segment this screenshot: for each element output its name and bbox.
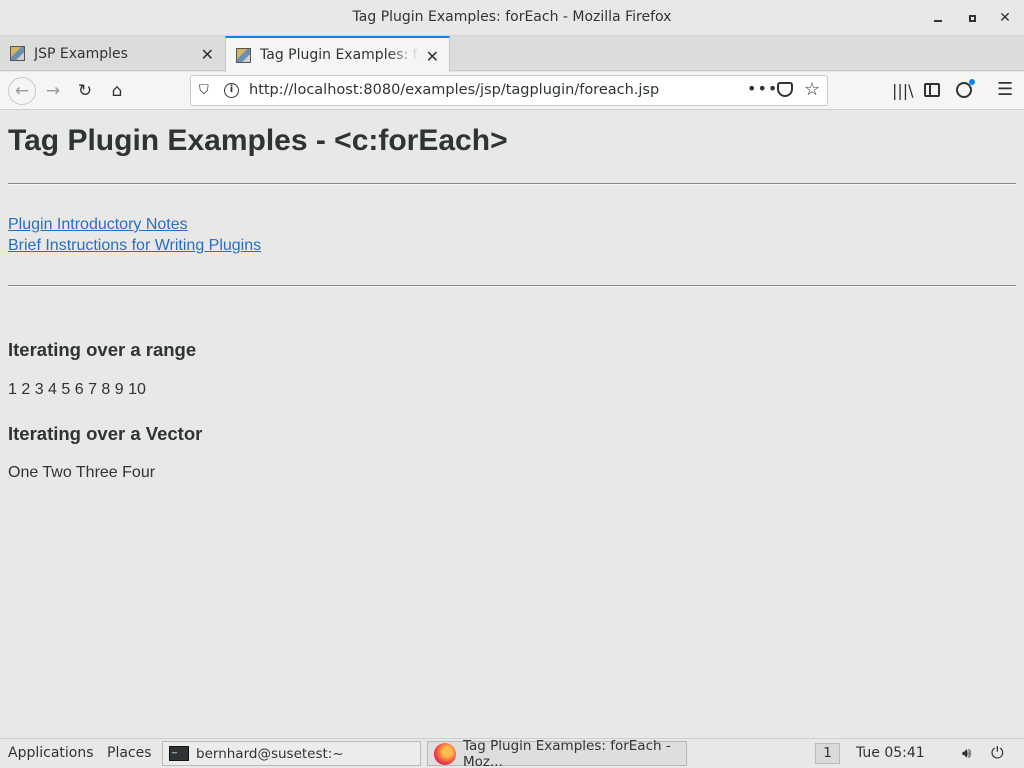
bookmark-star-icon[interactable]: ☆ <box>804 79 820 100</box>
plugin-introductory-notes-link[interactable]: Plugin Introductory Notes <box>8 216 188 234</box>
tab-label: Tag Plugin Examples: forEach <box>260 47 420 63</box>
home-icon: ⌂ <box>111 81 123 101</box>
page-actions-more-icon[interactable]: ••• <box>747 79 778 98</box>
writing-plugins-instructions-link[interactable]: Brief Instructions for Writing Plugins <box>8 237 261 255</box>
desktop-taskbar: Applications Places bernhard@susetest:~ … <box>0 738 1024 768</box>
forward-button[interactable]: → <box>42 80 64 102</box>
terminal-icon <box>169 743 189 761</box>
clock[interactable]: Tue 05:41 <box>856 745 925 761</box>
tomcat-favicon-icon <box>236 47 251 63</box>
taskbar-window-label: Tag Plugin Examples: forEach - Moz... <box>463 737 671 768</box>
places-menu[interactable]: Places <box>107 745 152 761</box>
minimize-button[interactable] <box>927 8 949 28</box>
library-icon[interactable]: |||\ <box>892 81 914 100</box>
tomcat-favicon-icon <box>10 46 25 61</box>
hamburger-menu-icon[interactable]: ☰ <box>997 79 1013 100</box>
url-text[interactable]: http://localhost:8080/examples/jsp/tagpl… <box>249 82 659 98</box>
notification-dot <box>969 79 975 85</box>
power-icon[interactable]: ⏻ <box>991 743 1004 763</box>
sidebar-toggle-icon[interactable] <box>924 83 940 97</box>
section-heading-vector: Iterating over a Vector <box>8 423 203 444</box>
volume-icon[interactable]: 🔊︎ <box>962 744 971 762</box>
back-button[interactable]: ← <box>8 77 36 105</box>
tab-tag-plugin-examples[interactable]: Tag Plugin Examples: forEach ✕ <box>225 36 450 72</box>
firefox-icon <box>434 742 456 765</box>
applications-menu[interactable]: Applications <box>8 745 94 761</box>
divider <box>8 285 1016 287</box>
maximize-button[interactable] <box>961 8 983 28</box>
tab-close-icon[interactable]: ✕ <box>201 45 214 64</box>
url-bar[interactable]: ⛉ i http://localhost:8080/examples/jsp/t… <box>190 75 828 106</box>
pocket-icon[interactable] <box>777 82 793 97</box>
tab-jsp-examples[interactable]: JSP Examples ✕ <box>0 36 224 71</box>
navigation-toolbar: ← → ↻ ⌂ ⛉ i http://localhost:8080/exampl… <box>0 72 1024 110</box>
section-heading-range: Iterating over a range <box>8 339 197 360</box>
minimize-icon <box>934 20 942 22</box>
taskbar-window-terminal[interactable]: bernhard@susetest:~ <box>162 741 421 766</box>
account-icon[interactable] <box>956 79 975 98</box>
taskbar-window-firefox[interactable]: Tag Plugin Examples: forEach - Moz... <box>427 737 687 768</box>
tab-label: JSP Examples <box>34 45 128 62</box>
range-output: 1 2 3 4 5 6 7 8 9 10 <box>8 381 146 398</box>
window-title: Tag Plugin Examples: forEach - Mozilla F… <box>352 9 672 25</box>
reload-icon: ↻ <box>77 81 93 101</box>
page-content: Tag Plugin Examples - <c:forEach> Plugin… <box>0 111 1024 738</box>
maximize-icon <box>968 14 976 22</box>
tab-close-icon[interactable]: ✕ <box>426 47 439 66</box>
reload-button[interactable]: ↻ <box>74 80 96 102</box>
arrow-right-icon: → <box>45 81 61 101</box>
site-info-icon[interactable]: i <box>224 83 239 98</box>
tab-bar: JSP Examples ✕ Tag Plugin Examples: forE… <box>0 36 1024 101</box>
page-title: Tag Plugin Examples - <c:forEach> <box>8 124 508 157</box>
home-button[interactable]: ⌂ <box>106 80 128 102</box>
arrow-left-icon: ← <box>14 81 30 101</box>
close-window-button[interactable]: ✕ <box>994 8 1016 28</box>
close-icon: ✕ <box>999 10 1011 26</box>
tracking-protection-shield-icon[interactable]: ⛉ <box>199 83 209 98</box>
vector-output: One Two Three Four <box>8 464 156 481</box>
taskbar-window-label: bernhard@susetest:~ <box>196 745 344 762</box>
workspace-indicator[interactable]: 1 <box>815 743 840 764</box>
window-titlebar: Tag Plugin Examples: forEach - Mozilla F… <box>0 0 1024 36</box>
divider <box>8 183 1016 185</box>
